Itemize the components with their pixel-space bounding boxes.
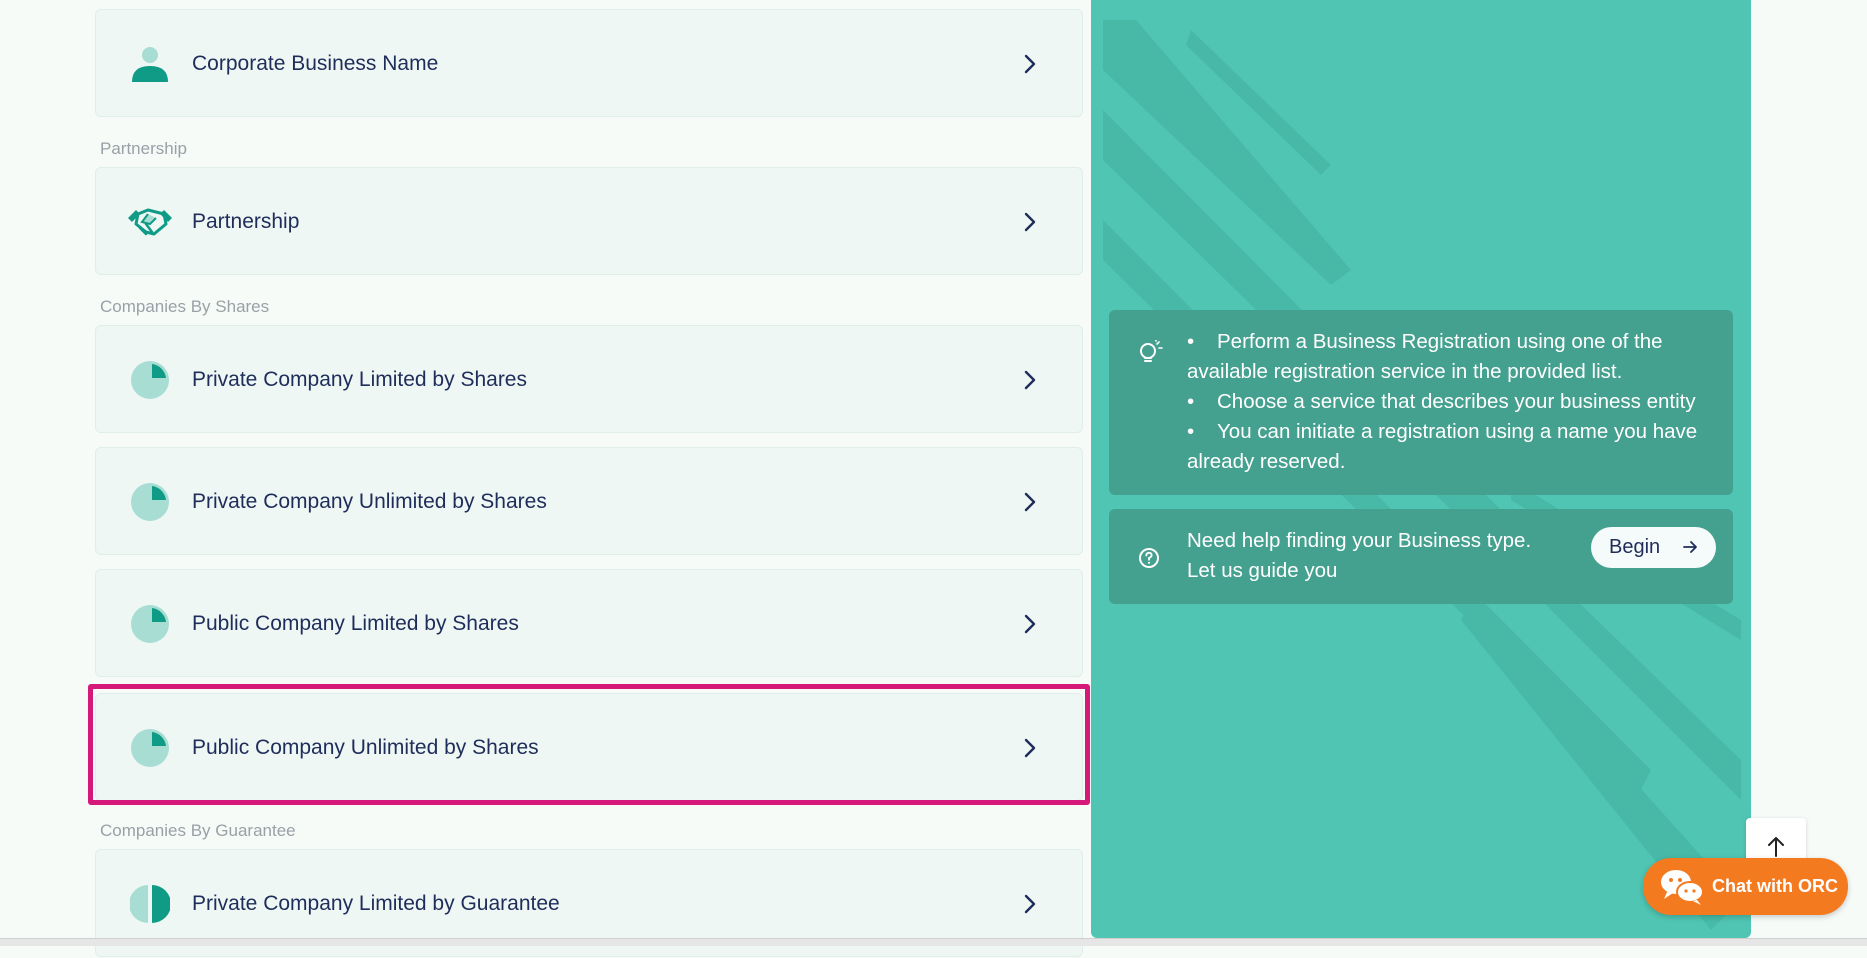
card-label: Public Company Limited by Shares	[192, 612, 519, 635]
chevron-right-icon	[1024, 614, 1036, 634]
card-private-company-limited-by-shares[interactable]: Private Company Limited by Shares	[95, 325, 1083, 433]
card-public-company-unlimited-by-shares[interactable]: Public Company Unlimited by Shares	[95, 693, 1083, 801]
card-public-company-limited-by-shares[interactable]: Public Company Limited by Shares	[95, 569, 1083, 677]
card-label: Private Company Limited by Shares	[192, 368, 527, 391]
lightbulb-icon	[1140, 340, 1163, 362]
card-corporate-business-name[interactable]: Corporate Business Name	[95, 9, 1083, 117]
chevron-right-icon	[1024, 370, 1036, 390]
help-line-1: Need help finding your Business type.	[1187, 529, 1532, 552]
tip-item: Choose a service that describes your bus…	[1187, 387, 1722, 417]
half-circle-icon	[130, 885, 170, 923]
card-label: Private Company Unlimited by Shares	[192, 490, 547, 513]
chevron-right-icon	[1024, 492, 1036, 512]
info-panel: Perform a Business Registration using on…	[1091, 0, 1751, 938]
pie-chart-icon	[131, 483, 169, 521]
card-label: Partnership	[192, 210, 300, 233]
chevron-right-icon	[1024, 54, 1036, 74]
pie-chart-icon	[131, 605, 169, 643]
card-label: Corporate Business Name	[192, 52, 439, 75]
question-circle-icon	[1139, 548, 1159, 568]
help-text: Need help finding your Business type. Le…	[1187, 526, 1531, 586]
help-line-2: Let us guide you	[1187, 559, 1338, 582]
card-partnership[interactable]: Partnership	[95, 167, 1083, 275]
begin-button[interactable]: Begin	[1591, 527, 1716, 568]
section-label-companies-by-guarantee: Companies By Guarantee	[100, 821, 296, 840]
card-private-company-unlimited-by-shares[interactable]: Private Company Unlimited by Shares	[95, 447, 1083, 555]
chevron-right-icon	[1024, 212, 1036, 232]
arrow-up-icon	[1768, 837, 1784, 857]
info-tips-box: Perform a Business Registration using on…	[1109, 310, 1733, 495]
chat-bubbles-icon	[1661, 870, 1704, 905]
section-label-partnership: Partnership	[100, 139, 187, 158]
tips-list: Perform a Business Registration using on…	[1187, 327, 1722, 477]
card-label: Public Company Unlimited by Shares	[192, 736, 539, 759]
handshake-icon	[128, 208, 172, 236]
section-label-companies-by-shares: Companies By Shares	[100, 297, 270, 316]
chat-button[interactable]: Chat with ORC	[1643, 858, 1848, 915]
arrow-right-icon	[1683, 541, 1697, 553]
chat-label: Chat with ORC	[1712, 876, 1838, 896]
help-box: Need help finding your Business type. Le…	[1109, 509, 1733, 604]
tip-item: You can initiate a registration using a …	[1187, 417, 1722, 477]
chevron-right-icon	[1024, 894, 1036, 914]
begin-button-label: Begin	[1609, 536, 1661, 558]
pie-chart-icon	[131, 361, 169, 399]
tip-item: Perform a Business Registration using on…	[1187, 327, 1722, 387]
person-icon	[132, 47, 168, 82]
chevron-right-icon	[1024, 738, 1036, 758]
pie-chart-icon	[131, 729, 169, 767]
